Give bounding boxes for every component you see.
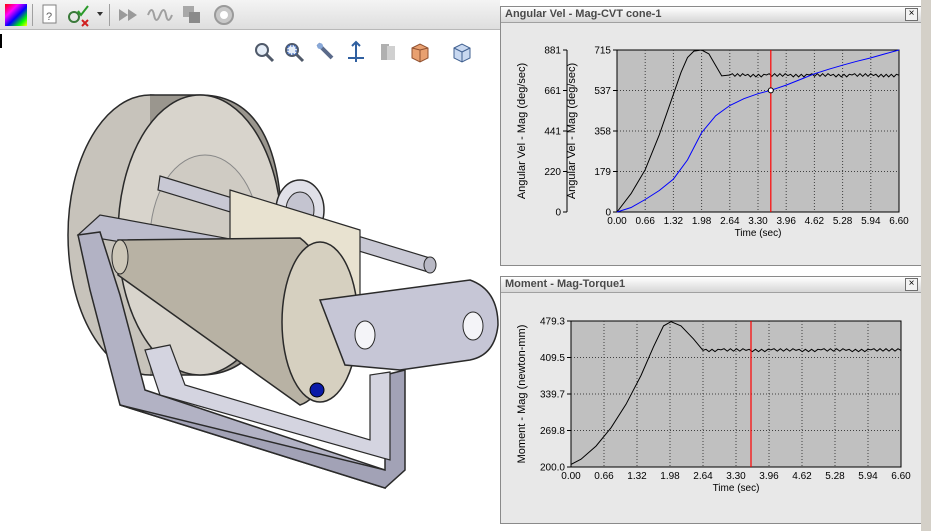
x-tick-label: 5.28 (825, 471, 845, 482)
angular-velocity-chart: 0.00 0.66 1.32 1.98 2.64 3.30 3.96 4.62 5.28 5.94… (516, 46, 909, 240)
x-tick-label: 3.96 (759, 471, 779, 482)
y-tick-label: 881 (544, 46, 561, 57)
y-tick-label: 409.5 (540, 353, 565, 364)
plot-titlebar[interactable]: Angular Vel - Mag-CVT cone-1 × (501, 7, 921, 23)
gravity-icon[interactable] (212, 3, 236, 27)
x-tick-label: 0.66 (635, 216, 655, 227)
color-palette-icon[interactable] (4, 3, 28, 27)
x-tick-label: 1.98 (692, 216, 712, 227)
x-tick-label: 3.30 (726, 471, 746, 482)
x-tick-label: 4.62 (792, 471, 812, 482)
x-tick-label: 5.94 (861, 216, 881, 227)
x-tick-label: 5.94 (858, 471, 878, 482)
x-tick-label: 2.64 (720, 216, 740, 227)
x-tick-label: 2.64 (693, 471, 713, 482)
y-axis-title: Angular Vel - Mag (deg/sec) (566, 63, 578, 199)
y-tick-label: 0 (555, 208, 561, 219)
plot-titlebar[interactable]: Moment - Mag-Torque1 × (501, 277, 921, 293)
y-tick-label: 358 (594, 127, 611, 138)
marker-point (767, 87, 774, 94)
spring-icon[interactable] (146, 3, 174, 27)
y-tick-label: 339.7 (540, 390, 565, 401)
x-tick-label: 3.30 (748, 216, 768, 227)
x-tick-label: 4.62 (805, 216, 825, 227)
validate-icon[interactable] (66, 3, 92, 27)
svg-text:?: ? (46, 11, 52, 23)
dropdown-arrow-icon[interactable] (96, 10, 104, 18)
y-tick-label: 537 (594, 86, 611, 97)
moment-chart: 0.00 0.66 1.32 1.98 2.64 3.30 3.96 4.62 5.28 5.94… (516, 317, 911, 495)
x-axis-title: Time (sec) (735, 228, 782, 239)
y-tick-label: 715 (594, 46, 611, 57)
close-button[interactable]: × (905, 8, 918, 21)
y-tick-label: 661 (544, 86, 561, 97)
x-tick-label: 1.32 (664, 216, 684, 227)
cvt-assembly-model[interactable] (0, 30, 500, 531)
x-tick-label: 1.98 (660, 471, 680, 482)
x-tick-label: 5.28 (833, 216, 853, 227)
moment-plot-window[interactable]: Moment - Mag-Torque1 × 0.00 0.66 1.32 1.98 2… (500, 276, 922, 524)
x-tick-label: 3.96 (776, 216, 796, 227)
motor-icon[interactable] (116, 3, 140, 27)
y-tick-label: 269.8 (540, 426, 565, 437)
y-tick-label: 479.3 (540, 317, 565, 328)
main-toolbar: ? (0, 0, 500, 30)
y-tick-label: 441 (544, 127, 561, 138)
y-axis-title: Angular Vel - Mag (deg/sec) (516, 63, 528, 199)
y-tick-label: 220 (544, 167, 561, 178)
task-pane-strip[interactable] (921, 0, 931, 531)
x-tick-label: 6.60 (891, 471, 911, 482)
x-axis-title: Time (sec) (713, 483, 760, 494)
y-axis-title: Moment - Mag (newton-mm) (516, 325, 528, 464)
y-tick-label: 179 (594, 167, 611, 178)
x-tick-label: 1.32 (627, 471, 647, 482)
x-tick-label: 0.66 (594, 471, 614, 482)
plot-title: Moment - Mag-Torque1 (505, 278, 626, 290)
close-button[interactable]: × (905, 278, 918, 291)
y-tick-label: 200.0 (540, 463, 565, 474)
plot-title: Angular Vel - Mag-CVT cone-1 (505, 8, 662, 20)
y-tick-label: 0 (605, 208, 611, 219)
x-tick-label: 6.60 (889, 216, 909, 227)
angular-velocity-plot-window[interactable]: Angular Vel - Mag-CVT cone-1 × 0.00 0.66 1… (500, 6, 922, 266)
contact-icon[interactable] (180, 3, 204, 27)
document-check-icon[interactable]: ? (38, 3, 62, 27)
